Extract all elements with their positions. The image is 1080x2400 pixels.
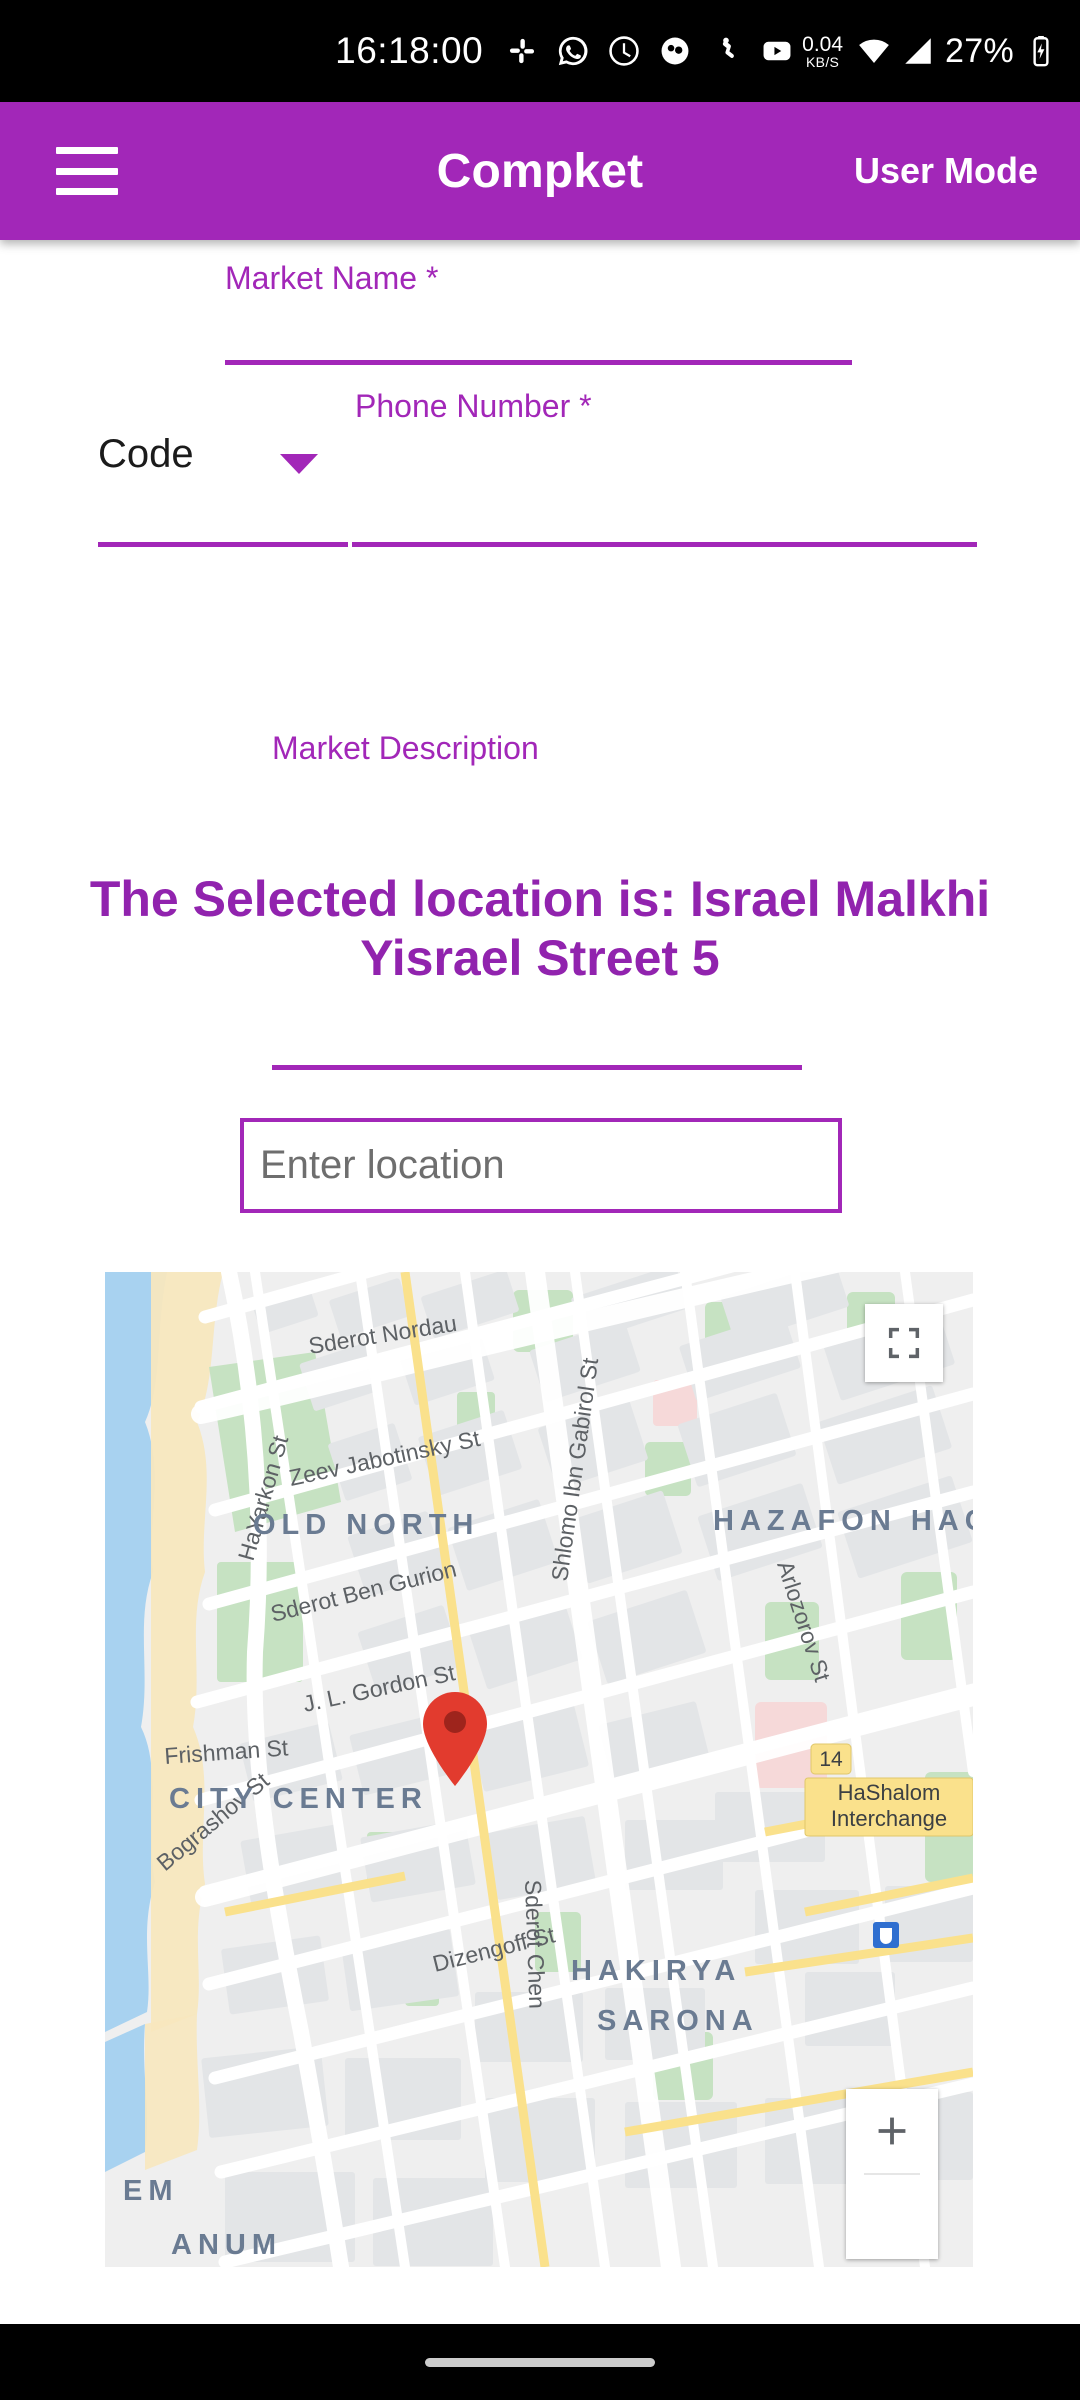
gallery-icon <box>723 37 735 58</box>
selected-location-heading: The Selected location is: Israel Malkhi … <box>89 871 991 986</box>
neighborhood-label: CITY CENTER <box>169 1783 428 1815</box>
hamburger-bar <box>56 188 118 195</box>
status-bar-left: 16:18:00 <box>0 30 802 72</box>
slack-icon <box>510 38 535 64</box>
status-bar-right: 0.04 KB/S 27% <box>802 32 1080 71</box>
map-canvas: 14 HaShalom Interchange Sderot Nordau Ha… <box>105 1272 973 2267</box>
neighborhood-label: HAZAFON HACHADASH <box>713 1505 973 1537</box>
plus-icon <box>878 2117 906 2145</box>
poi-badge: 14 <box>819 1748 843 1771</box>
market-name-label: Market Name * <box>225 260 439 296</box>
network-speed-unit: KB/S <box>806 53 840 70</box>
user-mode-button[interactable]: User Mode <box>854 150 1038 192</box>
youtube-icon <box>763 41 791 61</box>
market-description-underline <box>272 1065 802 1070</box>
neighborhood-label: HAKIRYA <box>571 1955 741 1987</box>
zoom-controls[interactable] <box>846 2089 938 2259</box>
clock-app-icon <box>609 36 639 66</box>
status-notification-icons <box>505 34 794 68</box>
hamburger-bar <box>56 167 118 175</box>
neighborhood-label: ANUM <box>171 2229 282 2261</box>
home-indicator[interactable] <box>425 2357 655 2367</box>
hamburger-menu-icon[interactable] <box>56 147 118 195</box>
zoom-out-button[interactable] <box>846 2175 938 2259</box>
market-name-underline <box>225 360 852 365</box>
poi-label-line2: Interchange <box>831 1806 947 1831</box>
hamburger-bar <box>56 147 118 154</box>
market-description-label: Market Description <box>272 730 539 766</box>
country-code-underline <box>98 542 348 547</box>
battery-charging-icon <box>1033 35 1049 67</box>
status-clock: 16:18:00 <box>335 30 484 71</box>
market-name-field[interactable]: Market Name * <box>225 260 852 365</box>
wifi-icon <box>859 39 889 64</box>
phone-number-underline <box>352 542 977 547</box>
poi-label-line1: HaShalom <box>838 1780 941 1805</box>
photos-icon <box>661 37 689 65</box>
network-speed-value: 0.04 <box>802 32 844 56</box>
phone-number-label: Phone Number * <box>355 388 592 424</box>
fullscreen-glyph <box>888 1327 920 1359</box>
neighborhood-label: OLD NORTH <box>253 1509 479 1541</box>
app-bar: Compket User Mode <box>0 102 1080 240</box>
whatsapp-icon <box>559 36 588 66</box>
status-bar: 16:18:00 0.04 KB/S 27% <box>0 0 1080 102</box>
location-input-wrapper[interactable] <box>240 1118 842 1213</box>
battery-percent: 27% <box>945 31 1014 70</box>
neighborhood-label: SARONA <box>597 2005 759 2037</box>
country-code-dropdown[interactable]: Code <box>98 432 348 547</box>
map-view[interactable]: 14 HaShalom Interchange Sderot Nordau Ha… <box>105 1272 973 2267</box>
fullscreen-icon[interactable] <box>865 1304 943 1382</box>
network-speed: 0.04 KB/S <box>802 34 843 69</box>
zoom-in-button[interactable] <box>846 2089 938 2173</box>
system-nav-bar <box>0 2324 1080 2400</box>
neighborhood-label: EM <box>123 2175 179 2207</box>
cellular-signal-icon <box>905 38 931 64</box>
code-phone-row: Code Phone Number * <box>0 380 1080 560</box>
chevron-down-icon[interactable] <box>280 454 318 474</box>
location-input[interactable] <box>244 1122 838 1209</box>
transit-marker <box>873 1922 899 1948</box>
